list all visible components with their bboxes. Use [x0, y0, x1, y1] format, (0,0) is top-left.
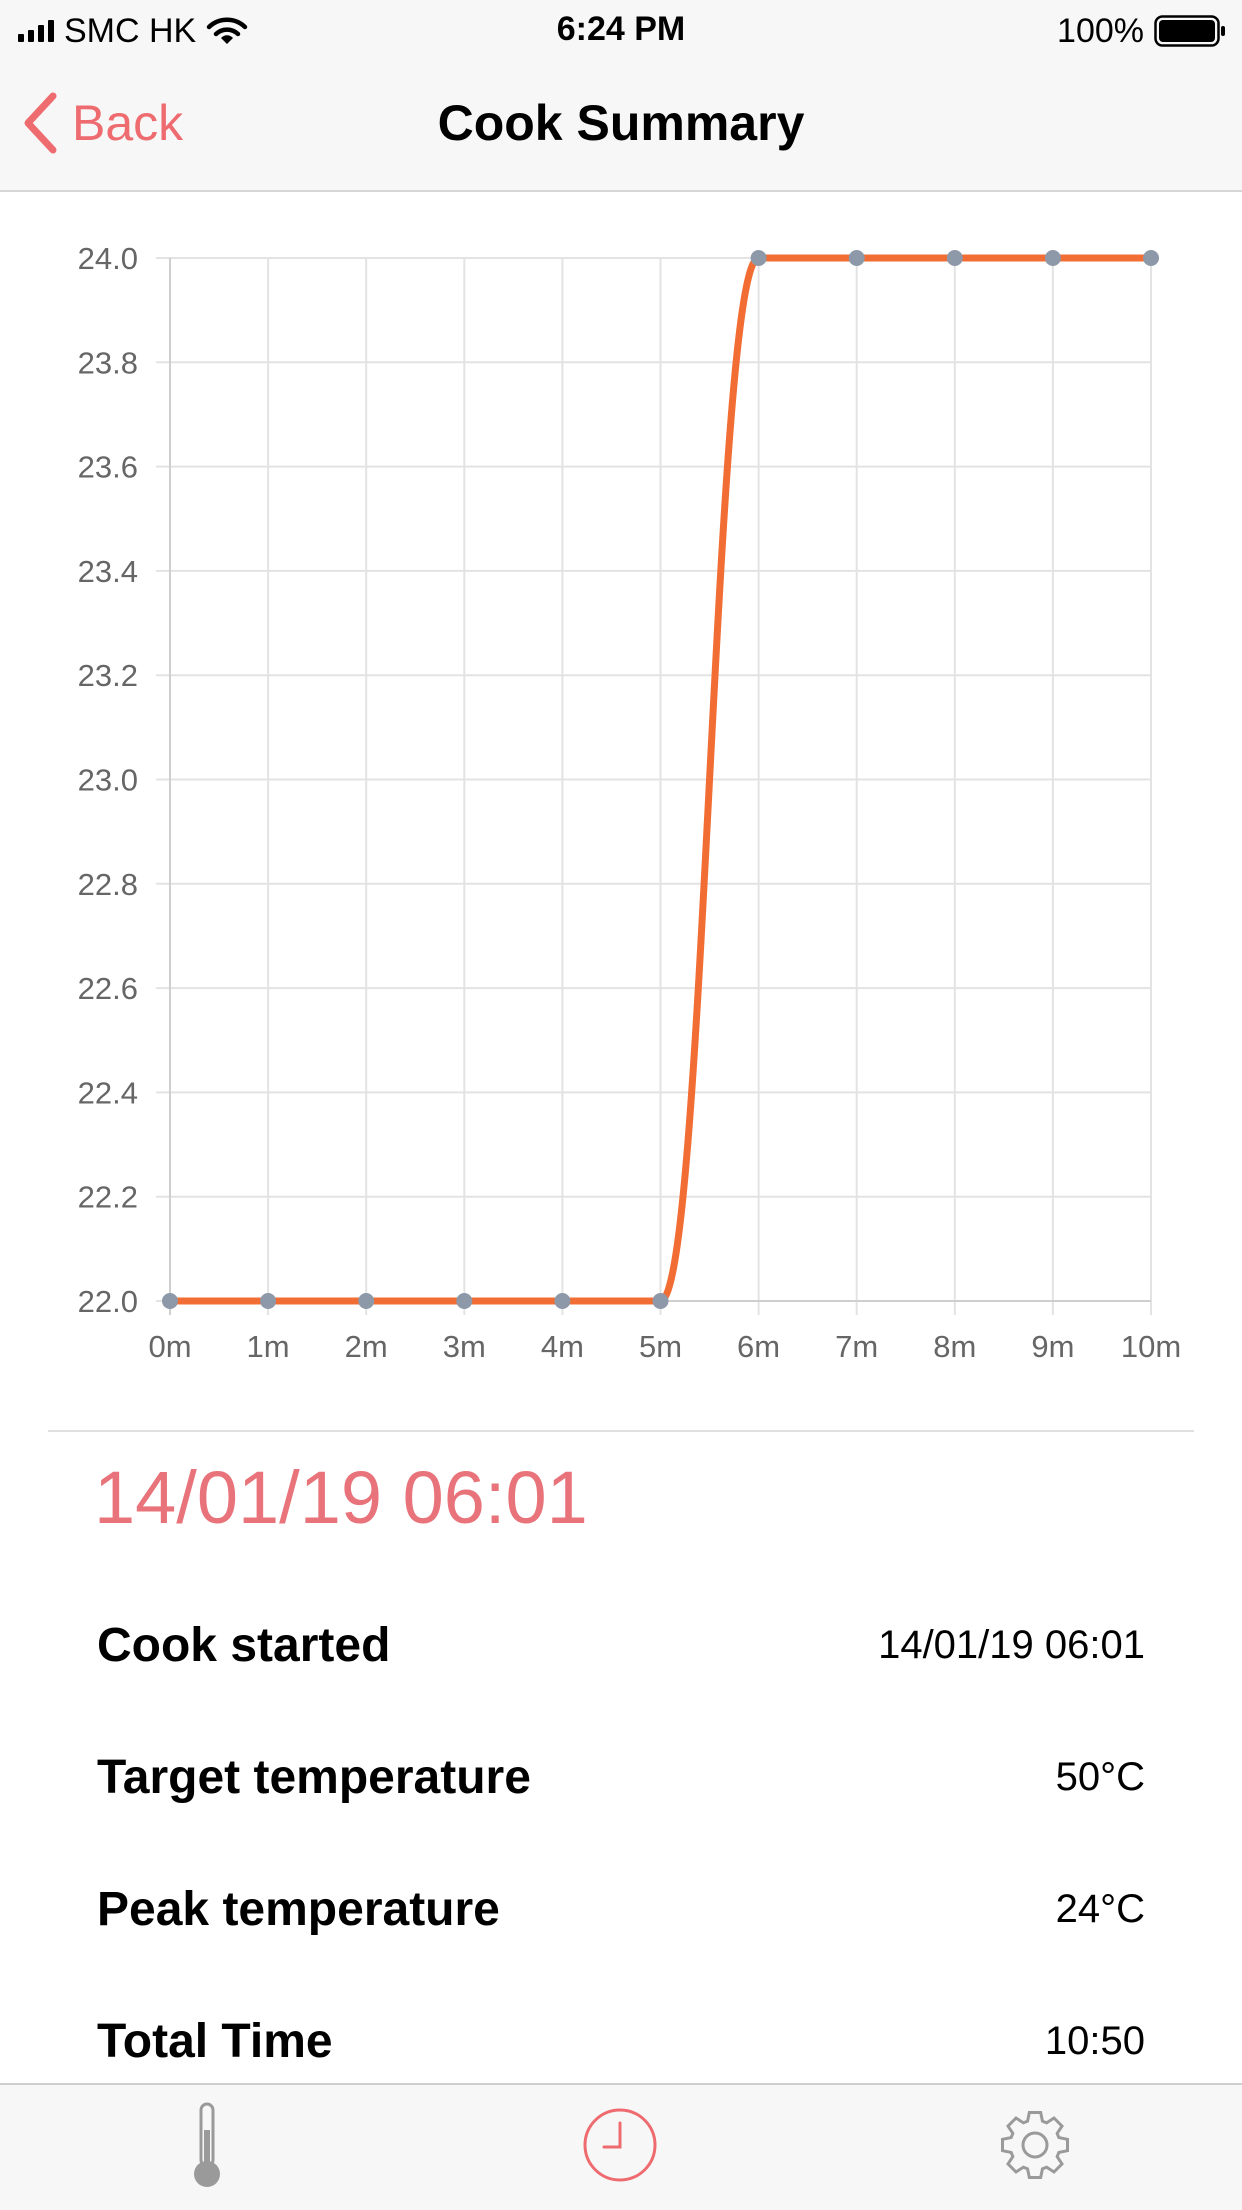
y-tick-label: 22.2	[78, 1180, 138, 1215]
x-tick-label: 5m	[639, 1329, 682, 1364]
row-value: 10:50	[1044, 2018, 1145, 2063]
summary-row-peak-temperature: Peak temperature 24°C	[97, 1874, 1145, 1944]
summary-row-target-temperature: Target temperature 50°C	[97, 1742, 1145, 1812]
x-tick-label: 6m	[737, 1329, 780, 1364]
tab-bar	[0, 2083, 1242, 2210]
x-axis-ticks: 0m 1m 2m 3m 4m 5m 6m 7m 8m 9m 10m	[148, 1329, 1181, 1364]
status-right: 100%	[1057, 10, 1226, 52]
y-tick-label: 23.4	[78, 554, 138, 589]
tab-settings[interactable]	[985, 2095, 1085, 2195]
row-value: 14/01/19 06:01	[878, 1622, 1145, 1667]
row-label: Cook started	[97, 1618, 391, 1672]
row-label: Target temperature	[97, 1750, 531, 1804]
x-tick-label: 2m	[345, 1329, 388, 1364]
data-point	[946, 250, 963, 266]
x-tick-label: 1m	[247, 1329, 290, 1364]
data-point	[260, 1293, 277, 1309]
y-tick-label: 22.4	[78, 1075, 138, 1110]
y-tick-label: 24.0	[78, 241, 138, 276]
y-tick-label: 23.6	[78, 450, 138, 485]
y-tick-label: 23.0	[78, 763, 138, 798]
data-point	[162, 1293, 178, 1309]
data-point	[652, 1293, 669, 1309]
y-tick-label: 22.6	[78, 971, 138, 1006]
thermometer-icon	[194, 2102, 220, 2187]
y-tick-label: 22.8	[78, 867, 138, 902]
chart-grid	[156, 257, 1152, 1315]
status-time: 6:24 PM	[556, 10, 686, 48]
x-tick-label: 0m	[148, 1329, 191, 1364]
y-axis-ticks: 22.0 22.2 22.4 22.6 22.8 23.0 23.2 23.4 23.6 23.8…	[78, 241, 138, 1319]
tab-history[interactable]	[570, 2095, 670, 2195]
data-point	[554, 1293, 571, 1309]
y-tick-label: 23.8	[78, 345, 138, 380]
row-label: Total Time	[97, 2014, 333, 2068]
data-point	[1044, 250, 1061, 266]
x-tick-label: 7m	[835, 1329, 878, 1364]
x-tick-label: 3m	[443, 1329, 486, 1364]
data-point	[750, 250, 767, 266]
data-point	[1143, 250, 1159, 266]
x-tick-label: 8m	[933, 1329, 976, 1364]
chart-svg: 22.0 22.2 22.4 22.6 22.8 23.0 23.2 23.4 23.6 23.8…	[78, 241, 1182, 1364]
tab-thermometer[interactable]	[157, 2095, 257, 2195]
data-point	[456, 1293, 473, 1309]
x-tick-label: 9m	[1031, 1329, 1074, 1364]
data-point	[848, 250, 865, 266]
cook-date-heading: 14/01/19 06:01	[94, 1456, 588, 1539]
row-value: 24°C	[1055, 1886, 1145, 1931]
summary-row-cook-started: Cook started 14/01/19 06:01	[97, 1610, 1145, 1680]
y-tick-label: 23.2	[78, 658, 138, 693]
section-divider	[48, 1430, 1194, 1432]
battery-percentage: 100%	[1057, 11, 1144, 50]
battery-icon	[1154, 15, 1225, 47]
row-label: Peak temperature	[97, 1882, 500, 1936]
page-title: Cook Summary	[437, 95, 805, 151]
y-tick-label: 22.0	[78, 1284, 138, 1319]
clock-icon	[583, 2108, 657, 2182]
row-value: 50°C	[1055, 1754, 1145, 1799]
summary-row-total-time: Total Time 10:50	[97, 2006, 1145, 2076]
x-tick-label: 4m	[541, 1329, 584, 1364]
status-bar: SMC HK 6:24 PM 100%	[0, 0, 1242, 60]
x-tick-label: 10m	[1121, 1329, 1181, 1364]
temperature-chart: 22.0 22.2 22.4 22.6 22.8 23.0 23.2 23.4 23.6 23.8…	[0, 200, 1242, 1400]
gear-icon	[1000, 2110, 1070, 2180]
data-point	[358, 1293, 375, 1309]
navigation-bar: Back Cook Summary	[0, 60, 1242, 192]
